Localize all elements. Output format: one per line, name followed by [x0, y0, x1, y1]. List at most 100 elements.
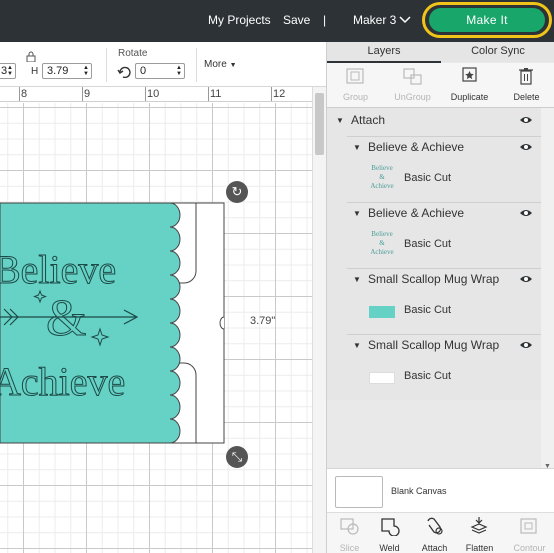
attach-layer-row[interactable]: ▼ Attach	[327, 113, 541, 137]
duplicate-icon	[462, 67, 477, 82]
layer-list: ▼ Attach ▼ Believe & Achieve Believe & A…	[327, 108, 541, 400]
height-label: H	[31, 66, 39, 77]
layer-name: Small Scallop Mug Wrap	[368, 272, 500, 286]
design-text-bottom: Achieve	[0, 359, 125, 404]
duplicate-label: Duplicate	[450, 92, 489, 102]
layers-scrollbar[interactable]: ▼	[541, 108, 554, 472]
layer-name: Believe & Achieve	[368, 206, 465, 220]
layer-color-swatch	[369, 372, 395, 384]
attach-button[interactable]: Attach	[412, 513, 457, 553]
duplicate-button[interactable]: Duplicate	[441, 63, 498, 108]
flatten-label: Flatten	[465, 543, 494, 553]
ruler-tick	[271, 87, 272, 101]
thumb-line: Believe	[371, 164, 393, 172]
ruler-label: 9	[84, 88, 91, 100]
layer-divider	[347, 268, 541, 269]
rotate-stepper[interactable]: ▲ ▼	[176, 65, 182, 77]
thumb-line: Achieve	[370, 182, 394, 190]
rotate-value: 0	[140, 65, 147, 77]
collapse-caret-icon[interactable]: ▼	[353, 209, 361, 218]
layer-name: Small Scallop Mug Wrap	[368, 338, 500, 352]
trash-icon	[519, 68, 533, 85]
flatten-button[interactable]: Flatten	[457, 513, 502, 553]
eye-icon[interactable]	[519, 115, 533, 125]
contour-icon	[520, 518, 537, 534]
layer-group[interactable]: ▼ Small Scallop Mug Wrap Basic Cut	[327, 272, 541, 334]
more-label: More	[204, 59, 227, 70]
rotate-icon	[117, 66, 131, 78]
delete-button[interactable]: Delete	[498, 63, 554, 108]
my-projects-link[interactable]: My Projects	[208, 13, 271, 27]
topbar-separator: |	[323, 13, 327, 27]
rotate-field[interactable]: 0 ▲ ▼	[135, 63, 185, 79]
edit-toolbar: 3 ▲ ▼ H 3.79 ▲ ▼ Rotate 0 ▲ ▼ More ▼	[0, 42, 326, 87]
combine-tools: Slice Weld Attach Flatten Contour	[327, 512, 554, 553]
machine-selector[interactable]: Maker 3	[353, 13, 396, 27]
collapse-caret-icon[interactable]: ▼	[353, 143, 361, 152]
lock-icon[interactable]	[26, 51, 36, 62]
more-menu[interactable]: More ▼	[204, 59, 237, 70]
weld-button[interactable]: Weld	[367, 513, 412, 553]
horizontal-ruler: 8 9 10 11 12	[0, 87, 312, 102]
chevron-down-icon[interactable]	[399, 15, 411, 24]
flatten-icon	[470, 517, 488, 534]
design-artwork[interactable]: Believe & Achieve	[0, 103, 312, 553]
layer-group[interactable]: ▼ Small Scallop Mug Wrap Basic Cut	[327, 338, 541, 400]
layer-operation: Basic Cut	[404, 304, 452, 316]
group-button[interactable]: Group	[327, 63, 384, 108]
collapse-caret-icon[interactable]: ▼	[336, 116, 344, 125]
ungroup-label: UnGroup	[394, 92, 431, 102]
collapse-caret-icon[interactable]: ▼	[353, 275, 361, 284]
make-it-highlight: Make It	[422, 2, 552, 38]
slice-button[interactable]: Slice	[327, 513, 372, 553]
eye-icon[interactable]	[519, 274, 533, 284]
toolbar-divider	[196, 48, 197, 82]
attach-label: Attach	[421, 543, 448, 553]
eye-icon[interactable]	[519, 142, 533, 152]
rotate-handle[interactable]: ↻	[226, 181, 248, 203]
blank-canvas-swatch[interactable]	[335, 476, 383, 508]
blank-canvas-row[interactable]: Blank Canvas	[327, 468, 554, 512]
eye-icon[interactable]	[519, 208, 533, 218]
attach-icon	[427, 517, 443, 535]
height-value: 3.79	[47, 65, 69, 77]
width-stepper[interactable]: ▲ ▼	[7, 65, 13, 77]
tab-color-sync[interactable]: Color Sync	[441, 45, 554, 57]
slice-icon	[340, 518, 359, 535]
blank-canvas-label: Blank Canvas	[391, 486, 447, 496]
layer-group[interactable]: ▼ Believe & Achieve Believe & Achieve Ba…	[327, 140, 541, 202]
tab-layers[interactable]: Layers	[327, 45, 441, 57]
resize-arrows-icon: ⤡	[231, 449, 243, 464]
layer-tools: Group UnGroup Duplicate Delete	[327, 63, 554, 108]
ruler-tick	[82, 87, 83, 101]
resize-handle[interactable]: ⤡	[226, 446, 248, 468]
height-stepper[interactable]: ▲ ▼	[83, 65, 89, 77]
canvas-scrollbar-thumb[interactable]	[315, 93, 324, 155]
layer-group[interactable]: ▼ Believe & Achieve Believe & Achieve Ba…	[327, 206, 541, 268]
thumb-line: &	[379, 239, 385, 247]
ruler-label: 12	[273, 88, 286, 100]
design-canvas[interactable]: Believe & Achieve ↻ ⤡	[0, 103, 312, 553]
contour-button[interactable]: Contour	[507, 513, 552, 553]
top-bar: My Projects Save | Maker 3 Make It	[0, 0, 554, 42]
thumb-line: Believe	[371, 230, 393, 238]
attach-label: Attach	[351, 113, 386, 127]
width-field[interactable]: 3 ▲ ▼	[0, 63, 16, 79]
layers-panel: Layers Color Sync Group UnGroup Duplicat…	[326, 42, 554, 553]
ruler-label: 11	[210, 88, 222, 100]
save-button[interactable]: Save	[283, 13, 310, 27]
collapse-caret-icon[interactable]: ▼	[353, 341, 361, 350]
teal-scallop-wrap	[0, 202, 181, 444]
contour-label: Contour	[513, 543, 546, 553]
ungroup-button[interactable]: UnGroup	[384, 63, 441, 108]
height-field[interactable]: 3.79 ▲ ▼	[42, 63, 92, 79]
delete-label: Delete	[513, 92, 540, 102]
make-it-button[interactable]: Make It	[429, 8, 545, 32]
design-text-mid: &	[46, 290, 86, 347]
slice-label: Slice	[339, 543, 360, 553]
layer-color-swatch	[369, 306, 395, 318]
weld-label: Weld	[379, 543, 400, 553]
canvas-scrollbar[interactable]	[312, 87, 326, 553]
eye-icon[interactable]	[519, 340, 533, 350]
layer-operation: Basic Cut	[404, 238, 452, 250]
